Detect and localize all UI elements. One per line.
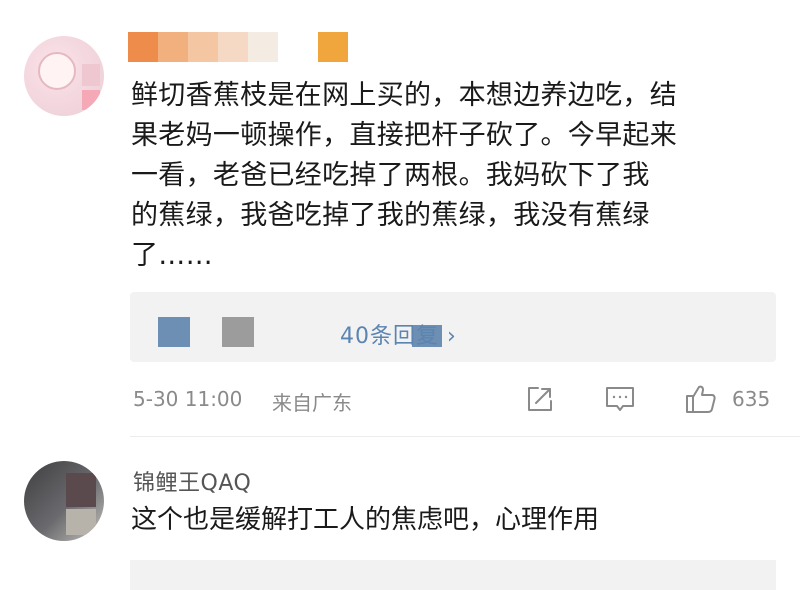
comment-line: 了…… [131,240,213,271]
username[interactable]: 锦鲤王QAQ [133,465,251,497]
divider [130,436,800,437]
like-count: 635 [732,387,771,411]
username-mosaic[interactable] [128,32,348,62]
avatar-mosaic [66,509,96,535]
share-icon[interactable] [524,383,556,415]
comment-location: 来自广东 [272,391,352,415]
avatar-mosaic [82,64,100,86]
avatar-mosaic [66,473,96,507]
replies-preview[interactable]: 40条回复 › [130,292,776,362]
avatar-mosaic [82,90,100,110]
replies-link[interactable]: 40条回复 › [340,318,457,350]
avatar[interactable] [24,461,104,541]
avatar-face [38,52,76,90]
reply-avatar-mosaic [222,317,254,347]
comment-text: 这个也是缓解打工人的焦虑吧，心理作用 [131,505,600,535]
replies-preview[interactable] [130,560,776,590]
comment-icon[interactable] [604,383,636,415]
comment-line: 果老妈一顿操作，直接把杆子砍了。今早起来 [131,120,677,151]
reply-avatar-mosaic [158,317,190,347]
comment-line: 一看，老爸已经吃掉了两根。我妈砍下了我 [131,160,650,191]
comment-date: 5-30 11:00 [133,387,243,411]
comment-line: 鲜切香蕉枝是在网上买的，本想边养边吃，结 [131,80,677,111]
thumbs-up-icon[interactable] [684,383,716,415]
avatar[interactable] [24,36,104,116]
comment-line: 的蕉绿，我爸吃掉了我的蕉绿，我没有蕉绿 [131,200,650,231]
